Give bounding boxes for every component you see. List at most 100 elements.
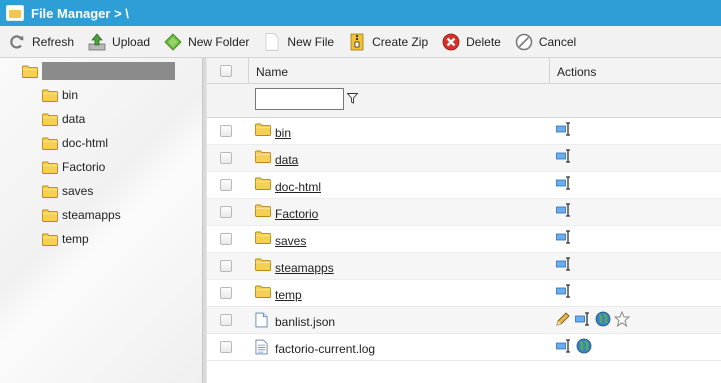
rename-icon[interactable] [555,122,573,136]
table-row[interactable]: Factorio [207,199,721,226]
folder-icon [255,150,271,163]
star-icon[interactable] [614,311,630,327]
zip-icon [348,33,366,51]
folder-link[interactable]: steamapps [275,261,334,275]
row-checkbox[interactable] [220,287,232,299]
row-checkbox[interactable] [220,125,232,137]
folder-icon [42,89,58,102]
globe-icon[interactable] [595,311,611,327]
folder-link[interactable]: doc-html [275,180,321,194]
upload-button[interactable]: Upload [88,32,151,51]
rename-icon[interactable] [555,257,573,271]
title-bar: File Manager > \ [0,0,721,26]
log-file-icon [255,339,268,355]
table-row[interactable]: saves [207,226,721,253]
table-row[interactable]: doc-html [207,172,721,199]
grid-header: Name Actions [207,58,721,84]
tree-item-label: bin [62,88,79,102]
tree-item-label: data [62,112,86,126]
folder-link[interactable]: saves [275,234,306,248]
refresh-icon [8,33,26,51]
rename-icon[interactable] [555,284,573,298]
tree-item-label: steamapps [62,208,121,222]
upload-icon [88,32,106,51]
tree-root[interactable] [22,62,175,80]
filter-icon[interactable] [346,93,359,107]
row-actions [555,230,576,244]
folder-icon [42,137,58,150]
table-row[interactable]: factorio-current.log [207,334,721,361]
rename-icon[interactable] [555,339,573,353]
folder-link[interactable]: bin [275,126,291,140]
cancel-icon [515,33,533,51]
new-folder-label: New Folder [188,34,250,49]
tree-item-label: Factorio [62,160,106,174]
rename-icon[interactable] [555,203,573,217]
create-zip-button[interactable]: Create Zip [348,33,428,51]
tree-item-label: doc-html [62,136,109,150]
folder-link[interactable]: Factorio [275,207,318,221]
tree-item-data[interactable]: data [42,112,85,126]
folder-icon [42,161,58,174]
folder-link[interactable]: temp [275,288,302,302]
table-row[interactable]: banlist.json [207,307,721,334]
row-checkbox[interactable] [220,179,232,191]
row-actions [555,176,576,190]
tree-item-label: temp [62,232,89,246]
column-header-name[interactable]: Name [256,65,288,79]
file-icon [255,312,268,328]
rename-icon[interactable] [555,176,573,190]
row-actions [555,257,576,271]
rename-icon[interactable] [574,312,592,326]
folder-icon [255,258,271,271]
new-file-label: New File [287,34,335,49]
toolbar: Refresh Upload New Folder New File Creat… [0,26,721,58]
folder-icon [42,209,58,222]
folder-link[interactable]: data [275,153,298,167]
table-row[interactable]: bin [207,118,721,145]
row-checkbox[interactable] [220,260,232,272]
tree-item-label: saves [62,184,94,198]
table-row[interactable]: data [207,145,721,172]
select-all-checkbox[interactable] [220,65,232,77]
cancel-button[interactable]: Cancel [515,33,576,51]
folder-icon [42,233,58,246]
delete-label: Delete [466,34,501,49]
row-actions [555,122,576,136]
tree-item-bin[interactable]: bin [42,88,78,102]
tree-item-doc-html[interactable]: doc-html [42,136,108,150]
row-checkbox[interactable] [220,314,232,326]
rename-icon[interactable] [555,149,573,163]
table-row[interactable]: temp [207,280,721,307]
new-folder-button[interactable]: New Folder [164,32,250,51]
folder-icon [255,123,271,136]
rename-icon[interactable] [555,230,573,244]
new-file-button[interactable]: New File [263,32,335,51]
tree-item-factorio[interactable]: Factorio [42,160,105,174]
new-folder-icon [164,32,182,51]
folder-icon [42,185,58,198]
upload-label: Upload [112,34,151,49]
row-checkbox[interactable] [220,233,232,245]
new-file-icon [263,32,281,51]
file-name[interactable]: factorio-current.log [275,342,375,356]
refresh-button[interactable]: Refresh [8,33,74,51]
tree-item-saves[interactable]: saves [42,184,93,198]
name-filter-input[interactable] [255,88,344,110]
tree-item-temp[interactable]: temp [42,232,89,246]
row-checkbox[interactable] [220,152,232,164]
folder-icon [255,204,271,217]
file-name[interactable]: banlist.json [275,315,335,329]
tree-item-steamapps[interactable]: steamapps [42,208,121,222]
folder-icon [22,65,38,78]
file-manager-window: File Manager > \ Refresh Upload New Fold… [0,0,721,383]
edit-icon[interactable] [555,311,571,327]
row-checkbox[interactable] [220,341,232,353]
delete-button[interactable]: Delete [442,33,501,51]
globe-icon[interactable] [576,338,592,354]
table-row[interactable]: steamapps [207,253,721,280]
delete-icon [442,33,460,51]
window-title: File Manager > \ [31,5,129,21]
row-checkbox[interactable] [220,206,232,218]
row-actions [555,203,576,217]
